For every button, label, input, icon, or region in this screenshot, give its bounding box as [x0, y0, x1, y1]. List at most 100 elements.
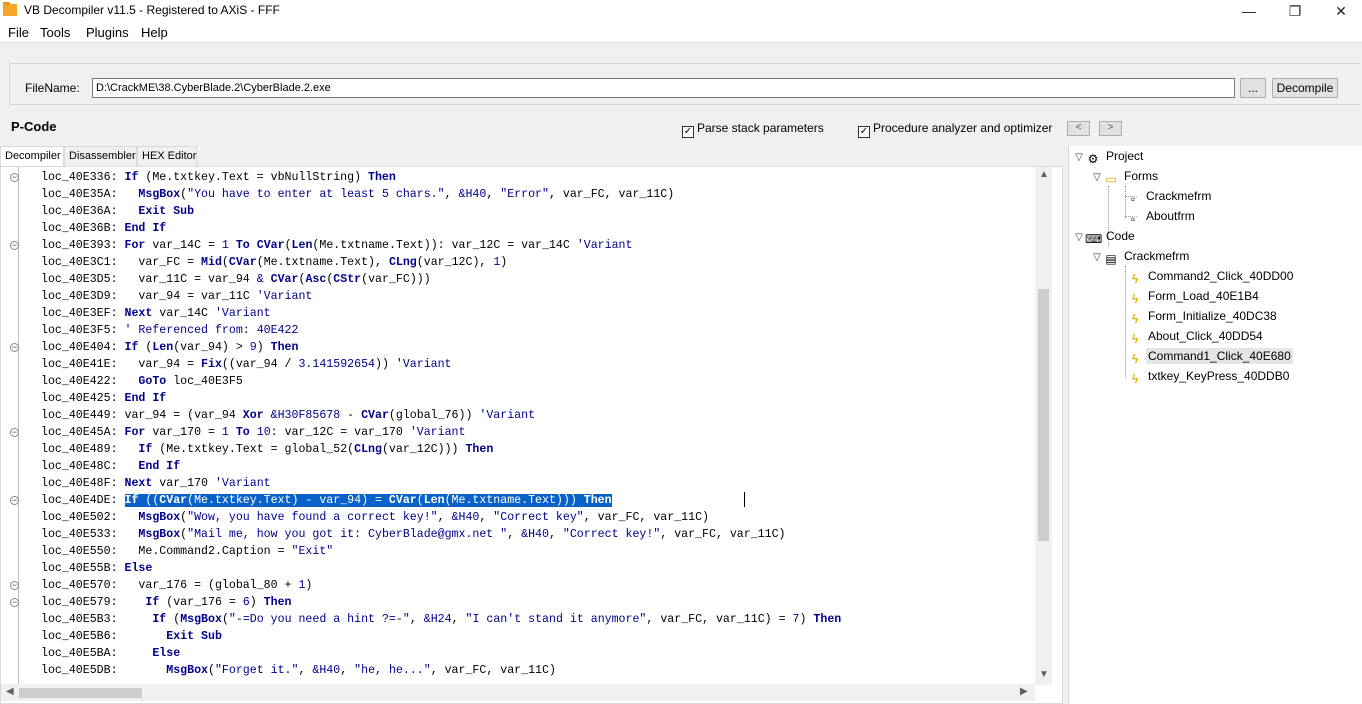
code-line[interactable]: loc_40E3D9: var_94 = var_11C 'Variant: [41, 288, 1031, 305]
fold-collapse-icon[interactable]: −: [10, 428, 19, 437]
tree-node-form-aboutfrm[interactable]: ▫ Aboutfrm: [1125, 206, 1197, 226]
code-token: MsgBox: [180, 613, 222, 626]
fold-collapse-icon[interactable]: −: [10, 343, 19, 352]
code-token: Asc: [305, 273, 327, 286]
code-statement: For var_170 = 1 To 10: var_12C = var_170…: [125, 426, 466, 439]
code-line[interactable]: loc_40E48F: Next var_170 'Variant: [41, 475, 1031, 492]
code-line[interactable]: loc_40E579: If (var_176 = 6) Then: [41, 594, 1031, 611]
tree-label: Project: [1106, 149, 1144, 163]
tree-node-project[interactable]: ▽ ⚙ Project: [1073, 146, 1145, 166]
code-line[interactable]: loc_40E3D5: var_11C = var_94 & CVar(Asc(…: [41, 271, 1031, 288]
code-line[interactable]: loc_40E3F5: ' Referenced from: 40E422: [41, 322, 1031, 339]
fold-collapse-icon[interactable]: −: [10, 241, 19, 250]
code-line[interactable]: loc_40E5DB: MsgBox("Forget it.", &H40, "…: [41, 662, 1031, 679]
scroll-up-icon[interactable]: ▲: [1039, 169, 1049, 180]
minimize-button[interactable]: —: [1226, 0, 1272, 22]
project-tree[interactable]: ▽ ⚙ Project ▽ ▭ Forms ▫ Crackmefrm ▫ Aboutfrm …: [1068, 146, 1362, 704]
code-token: , var_FC, var_11C) =: [646, 613, 793, 626]
menu-plugins[interactable]: Plugins: [86, 25, 129, 40]
tree-node-procedure[interactable]: ϟ Form_Initialize_40DC38: [1127, 306, 1279, 326]
code-line[interactable]: loc_40E5BA: Else: [41, 645, 1031, 662]
scroll-left-icon[interactable]: ◀: [6, 686, 14, 697]
decompile-button[interactable]: Decompile: [1272, 78, 1338, 98]
chevron-down-icon[interactable]: ▽: [1091, 168, 1103, 188]
menu-file[interactable]: File: [8, 25, 29, 40]
code-token: ,: [451, 613, 466, 626]
code-line[interactable]: loc_40E5B3: If (MsgBox("-=Do you need a …: [41, 611, 1031, 628]
tab-disassembler[interactable]: Disassembler: [64, 146, 137, 166]
code-line[interactable]: loc_40E4DE: If ((CVar(Me.txtkey.Text) - …: [41, 492, 1031, 509]
horizontal-scrollbar[interactable]: ◀ ▶: [1, 684, 1035, 701]
code-line[interactable]: loc_40E336: If (Me.txtkey.Text = vbNullS…: [41, 169, 1031, 186]
code-line[interactable]: loc_40E393: For var_14C = 1 To CVar(Len(…: [41, 237, 1031, 254]
tab-hex-editor[interactable]: HEX Editor: [137, 146, 197, 166]
code-line[interactable]: loc_40E502: MsgBox("Wow, you have found …: [41, 509, 1031, 526]
code-line[interactable]: loc_40E533: MsgBox("Mail me, how you got…: [41, 526, 1031, 543]
vertical-scroll-thumb[interactable]: [1038, 289, 1049, 541]
code-token: Then: [270, 341, 299, 354]
chevron-down-icon[interactable]: ▽: [1073, 228, 1085, 248]
code-line[interactable]: loc_40E41E: var_94 = Fix((var_94 / 3.141…: [41, 356, 1031, 373]
scroll-down-icon[interactable]: ▼: [1039, 669, 1049, 680]
horizontal-scroll-thumb[interactable]: [19, 688, 142, 698]
menu-help[interactable]: Help: [141, 25, 168, 40]
browse-button[interactable]: ...: [1240, 78, 1266, 98]
code-line[interactable]: loc_40E570: var_176 = (global_80 + 1): [41, 577, 1031, 594]
prev-procedure-button[interactable]: <: [1067, 121, 1090, 136]
code-view[interactable]: loc_40E336: If (Me.txtkey.Text = vbNullS…: [41, 169, 1031, 685]
code-token: "Correct key": [493, 511, 584, 524]
tree-label: Forms: [1124, 169, 1158, 183]
menu-tools[interactable]: Tools: [40, 25, 70, 40]
tree-node-forms[interactable]: ▽ ▭ Forms: [1091, 166, 1160, 186]
code-editor[interactable]: − − − − − − − loc_40E336: If (Me.txtkey.Text =…: [0, 166, 1063, 704]
fold-collapse-icon[interactable]: −: [10, 598, 19, 607]
tree-label: txtkey_KeyPress_40DDB0: [1148, 369, 1290, 383]
tree-node-procedure[interactable]: ϟ Form_Load_40E1B4: [1127, 286, 1261, 306]
code-line[interactable]: loc_40E35A: MsgBox("You have to enter at…: [41, 186, 1031, 203]
chevron-down-icon[interactable]: ▽: [1073, 148, 1085, 168]
code-line[interactable]: loc_40E550: Me.Command2.Caption = "Exit": [41, 543, 1031, 560]
code-line[interactable]: loc_40E3EF: Next var_14C 'Variant: [41, 305, 1031, 322]
code-line[interactable]: loc_40E55B: Else: [41, 560, 1031, 577]
tree-node-procedure[interactable]: ϟ Command1_Click_40E680: [1127, 346, 1293, 366]
code-line[interactable]: loc_40E489: If (Me.txtkey.Text = global_…: [41, 441, 1031, 458]
filename-input[interactable]: D:\CrackME\38.CyberBlade.2\CyberBlade.2.…: [92, 78, 1235, 98]
code-token: "Exit": [291, 545, 334, 558]
code-line[interactable]: loc_40E425: End If: [41, 390, 1031, 407]
next-procedure-button[interactable]: >: [1099, 121, 1122, 136]
maximize-button[interactable]: ❐: [1272, 0, 1318, 22]
tree-node-procedure[interactable]: ϟ txtkey_KeyPress_40DDB0: [1127, 366, 1291, 386]
scroll-right-icon[interactable]: ▶: [1020, 686, 1028, 697]
code-line[interactable]: loc_40E422: GoTo loc_40E3F5: [41, 373, 1031, 390]
fold-collapse-icon[interactable]: −: [10, 581, 19, 590]
tree-node-procedure[interactable]: ϟ Command2_Click_40DD00: [1127, 266, 1295, 286]
close-button[interactable]: ✕: [1318, 0, 1362, 22]
tree-node-code[interactable]: ▽ ⌨ Code: [1073, 226, 1137, 246]
code-statement: GoTo loc_40E3F5: [138, 375, 242, 388]
code-line[interactable]: loc_40E449: var_94 = (var_94 Xor &H30F85…: [41, 407, 1031, 424]
tree-node-form-crackmefrm[interactable]: ▫ Crackmefrm: [1125, 186, 1213, 206]
code-line[interactable]: loc_40E36B: End If: [41, 220, 1031, 237]
vertical-scrollbar[interactable]: ▲ ▼: [1035, 167, 1052, 685]
code-address: loc_40E5B6:: [41, 630, 118, 643]
tree-node-module-crackmefrm[interactable]: ▽ ▤ Crackmefrm: [1091, 246, 1191, 266]
code-line[interactable]: loc_40E45A: For var_170 = 1 To 10: var_1…: [41, 424, 1031, 441]
parse-stack-checkbox[interactable]: ✓ Parse stack parameters: [682, 121, 824, 138]
code-token: MsgBox: [138, 511, 181, 524]
code-line[interactable]: loc_40E3C1: var_FC = Mid(CVar(Me.txtname…: [41, 254, 1031, 271]
code-line[interactable]: loc_40E404: If (Len(var_94) > 9) Then: [41, 339, 1031, 356]
tab-decompiler[interactable]: Decompiler: [0, 146, 64, 167]
procedure-analyzer-checkbox[interactable]: ✓ Procedure analyzer and optimizer: [858, 121, 1052, 138]
code-line[interactable]: loc_40E36A: Exit Sub: [41, 203, 1031, 220]
code-line[interactable]: loc_40E5B6: Exit Sub: [41, 628, 1031, 645]
fold-collapse-icon[interactable]: −: [10, 496, 19, 505]
code-address: loc_40E55B:: [41, 562, 118, 575]
code-statement: End If: [125, 222, 167, 235]
tree-node-procedure[interactable]: ϟ About_Click_40DD54: [1127, 326, 1265, 346]
chevron-down-icon[interactable]: ▽: [1091, 248, 1103, 268]
code-line[interactable]: loc_40E48C: End If: [41, 458, 1031, 475]
fold-collapse-icon[interactable]: −: [10, 173, 19, 182]
menu-bar: File Tools Plugins Help: [0, 22, 1362, 42]
